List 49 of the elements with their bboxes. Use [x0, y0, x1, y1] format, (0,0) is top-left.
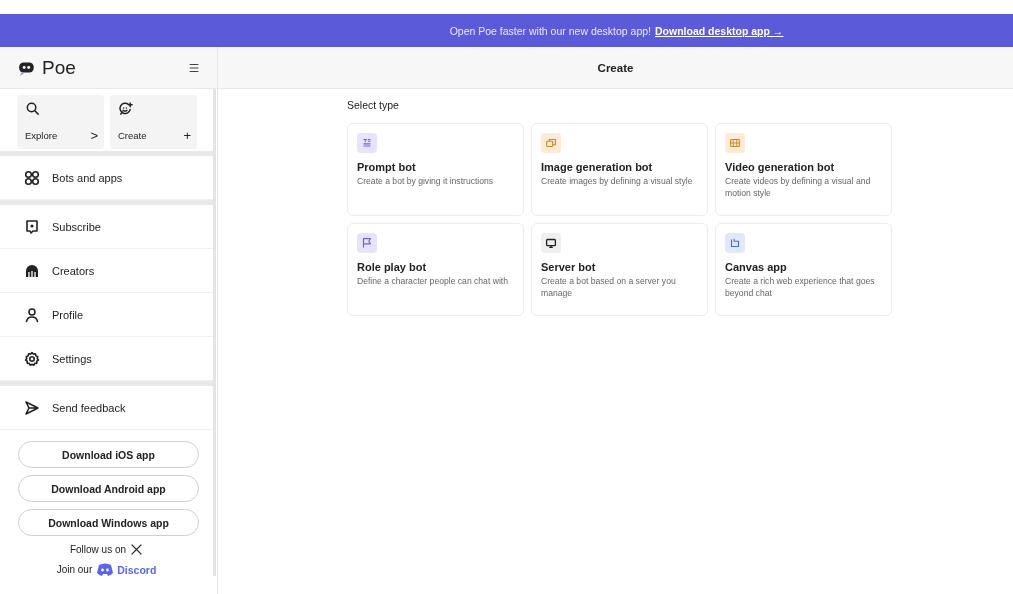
x-logo-icon — [130, 543, 144, 556]
sidebar-item[interactable]: Creators — [0, 249, 213, 293]
sidebar-item[interactable]: Subscribe — [0, 205, 213, 249]
discord-logo-icon — [96, 563, 115, 576]
building-icon — [24, 262, 40, 279]
send-icon — [24, 399, 40, 416]
section-label: Select type — [347, 99, 400, 111]
follow-text: Follow us on — [69, 544, 127, 555]
discord-link[interactable]: Discord — [96, 563, 157, 576]
tile-trailing-symbol: > — [90, 128, 98, 143]
type-title: Video generation bot — [725, 161, 836, 173]
logo-text: Poe — [42, 56, 76, 79]
type-description: Create a rich web experience that goes beyond chat — [725, 276, 876, 300]
download-app-button[interactable]: Download Android app — [18, 475, 199, 502]
smiley-plus-icon — [118, 101, 133, 116]
bot-type-card[interactable]: Video generation bot Create videos by defining a visual and motion style — [715, 123, 892, 216]
sidebar-item[interactable]: Profile — [0, 293, 213, 337]
sidebar-item[interactable]: Send feedback — [0, 386, 213, 430]
download-app-button[interactable]: Download iOS app — [18, 441, 199, 468]
type-description: Define a character people can chat with — [357, 276, 509, 288]
type-title: Role play bot — [357, 261, 428, 273]
type-description: Create images by defining a visual style — [541, 176, 694, 188]
type-title: Canvas app — [725, 261, 788, 273]
bot-type-card[interactable]: Server bot Create a bot based on a server you manage — [531, 223, 708, 316]
tile-label: Explore — [25, 130, 58, 141]
gear-icon — [24, 350, 40, 367]
grid-icon — [24, 169, 40, 186]
type-description: Create videos by defining a visual and motion style — [725, 176, 872, 200]
bot-type-card[interactable]: Canvas app Create a rich web experience that goes beyond chat — [715, 223, 892, 316]
quick-action-tile[interactable]: Create + — [110, 95, 197, 149]
bot-type-card[interactable]: Image generation bot Create images by defining a visual style — [531, 123, 708, 216]
badge-icon — [24, 218, 40, 235]
type-description: Create a bot by giving it instructions — [357, 176, 495, 188]
page-title: Create — [597, 61, 634, 74]
quick-action-tile[interactable]: Explore > — [17, 95, 104, 149]
type-title: Prompt bot — [357, 161, 417, 173]
type-title: Image generation bot — [541, 161, 654, 173]
banner-message: Open Poe faster with our new desktop app! — [449, 24, 651, 37]
join-text: Join our — [56, 564, 93, 575]
type-description: Create a bot based on a server you manage — [541, 276, 677, 300]
download-app-button[interactable]: Download Windows app — [18, 509, 199, 536]
download-desktop-link[interactable]: Download desktop app → — [655, 24, 784, 37]
tile-trailing-symbol: + — [183, 128, 191, 143]
search-icon — [25, 101, 40, 116]
bot-type-card[interactable]: Prompt bot Create a bot by giving it instructions — [347, 123, 524, 216]
type-title: Server bot — [541, 261, 597, 273]
bot-type-card[interactable]: Role play bot Define a character people can chat with — [347, 223, 524, 316]
person-icon — [24, 306, 40, 323]
tile-label: Create — [118, 130, 147, 141]
